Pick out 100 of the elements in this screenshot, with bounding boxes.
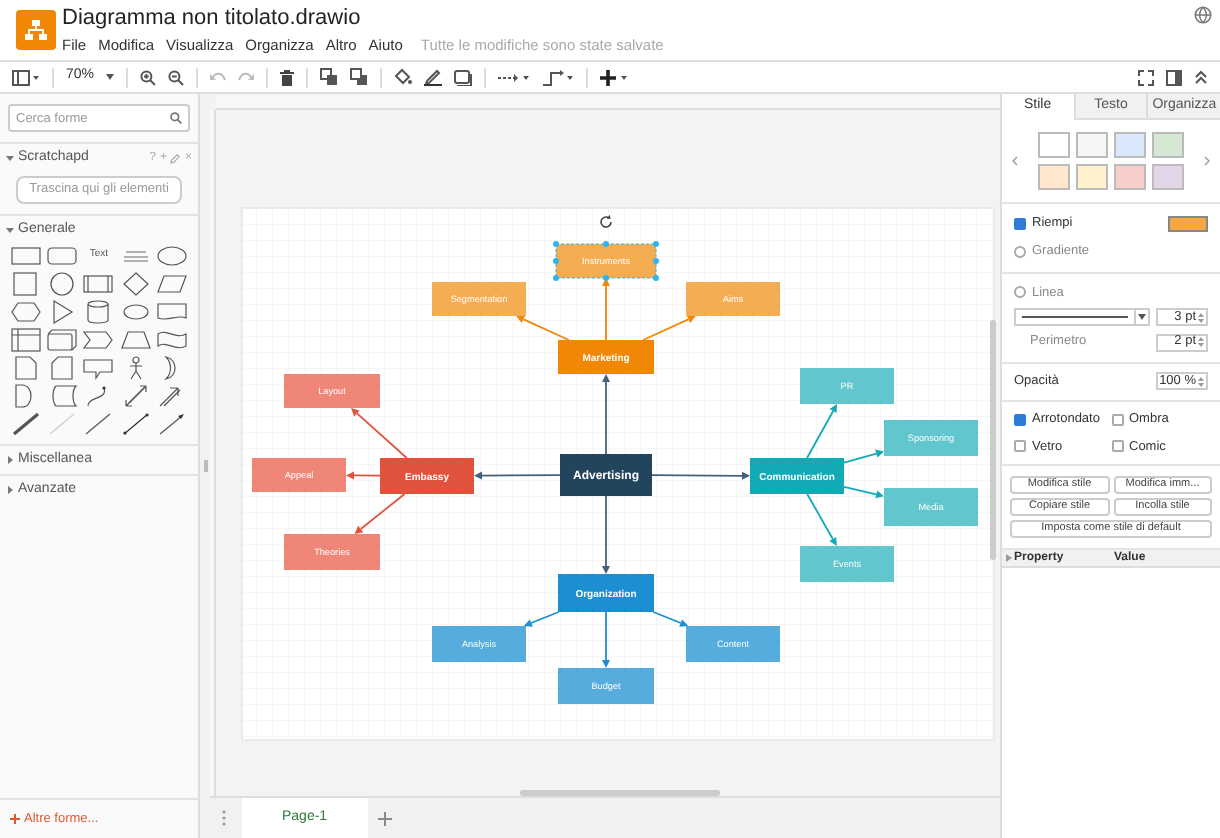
chevron-left-icon[interactable] (1012, 156, 1018, 166)
checkbox[interactable] (1014, 440, 1026, 453)
color-swatch[interactable] (1114, 132, 1146, 158)
diagram-node[interactable] (555, 243, 657, 279)
selection-handle[interactable] (603, 241, 609, 247)
redo-icon[interactable] (238, 71, 255, 83)
plus-icon[interactable] (10, 814, 20, 824)
connector-arrow[interactable] (651, 471, 750, 480)
thick-line-shape-icon[interactable] (9, 412, 42, 436)
scrollbar[interactable] (990, 320, 996, 560)
circle-shape-icon[interactable] (46, 272, 79, 296)
expand-caret-icon[interactable] (1006, 554, 1012, 563)
fill-color-swatch[interactable] (1168, 215, 1208, 232)
selection-handle[interactable] (553, 258, 559, 264)
send-back-icon[interactable] (350, 68, 369, 86)
diagram-node[interactable] (750, 458, 844, 494)
internal-storage-shape-icon[interactable] (9, 328, 42, 352)
step-shape-icon[interactable] (82, 328, 115, 352)
diagram-node[interactable] (558, 340, 654, 374)
diagram-node[interactable] (558, 668, 654, 704)
color-swatch[interactable] (1076, 132, 1108, 158)
tape-shape-icon[interactable] (156, 328, 189, 352)
fill-bucket-icon[interactable] (394, 68, 413, 86)
diagram-node[interactable] (686, 282, 780, 316)
zoom-out-icon[interactable] (168, 69, 185, 85)
note-shape-icon[interactable] (9, 356, 42, 380)
connector-arrow[interactable] (602, 374, 610, 455)
card-shape-icon[interactable] (46, 356, 79, 380)
double-arrow-shape-icon[interactable] (119, 384, 152, 408)
diagram-node[interactable] (558, 574, 654, 612)
line-shape-icon[interactable] (82, 412, 115, 436)
selection-handle[interactable] (553, 275, 559, 281)
chevron-right-icon[interactable] (1204, 156, 1210, 166)
trapezoid-shape-icon[interactable] (119, 328, 152, 352)
globe-icon[interactable] (1194, 6, 1212, 24)
rotate-handle-icon[interactable] (600, 214, 612, 228)
checkbox[interactable] (1014, 217, 1026, 230)
line-pattern-dropdown[interactable] (1014, 308, 1150, 327)
selection-handle[interactable] (603, 275, 609, 281)
collapsed-caret-icon[interactable] (6, 456, 14, 464)
fullscreen-icon[interactable] (1138, 69, 1154, 85)
diagram-node[interactable] (884, 488, 978, 526)
diagram-node[interactable] (560, 454, 652, 496)
connector-arrow[interactable] (843, 449, 884, 464)
connector-arrow[interactable] (652, 611, 689, 627)
format-panel-icon[interactable] (1166, 69, 1182, 85)
diagram-node[interactable] (252, 458, 346, 492)
shadow-box-icon[interactable] (454, 69, 473, 85)
connector-arrow[interactable] (602, 611, 610, 668)
diagram-node[interactable] (686, 626, 780, 662)
diamond-shape-icon[interactable] (119, 272, 152, 296)
document-title[interactable]: Diagramma non titolato.drawio (62, 6, 664, 32)
diagram-node[interactable] (800, 368, 894, 404)
color-swatch[interactable] (1152, 164, 1184, 190)
diagram-node[interactable] (884, 420, 978, 456)
zoom-in-icon[interactable] (140, 69, 157, 85)
expanded-caret-icon[interactable] (6, 154, 14, 162)
parallelogram-shape-icon[interactable] (156, 272, 189, 296)
collapse-icon[interactable] (1194, 70, 1208, 84)
connector-arrow[interactable] (523, 611, 560, 627)
selection-handle[interactable] (553, 241, 559, 247)
resize-handle[interactable] (203, 460, 207, 472)
collapsed-caret-icon[interactable] (6, 486, 14, 494)
connector-arrow[interactable] (843, 485, 884, 499)
cloud-shape-icon[interactable] (119, 300, 152, 324)
expanded-caret-icon[interactable] (6, 226, 14, 234)
connector-arrow[interactable] (806, 404, 837, 459)
ellipse-shape-icon[interactable] (156, 244, 189, 268)
diagram-node[interactable] (432, 626, 526, 662)
connector-arrow[interactable] (346, 471, 381, 480)
process-shape-icon[interactable] (82, 272, 115, 296)
color-swatch[interactable] (1114, 164, 1146, 190)
checkbox[interactable] (1111, 440, 1123, 453)
diagram-node[interactable] (284, 534, 380, 570)
radio-button[interactable] (1014, 245, 1026, 258)
connector-arrow[interactable] (354, 493, 406, 534)
connector-arrow[interactable] (806, 493, 837, 546)
arrow-line-shape-icon[interactable] (156, 412, 189, 436)
checkbox[interactable] (1111, 413, 1123, 426)
cylinder-shape-icon[interactable] (82, 300, 115, 324)
connector-arrow[interactable] (602, 495, 610, 574)
bring-front-icon[interactable] (320, 68, 339, 86)
color-swatch[interactable] (1038, 164, 1070, 190)
color-swatch[interactable] (1152, 132, 1184, 158)
connector-arrow[interactable] (474, 471, 561, 480)
diagram-node[interactable] (800, 546, 894, 582)
scrollbar[interactable] (520, 790, 720, 796)
pencil-icon[interactable] (424, 68, 443, 86)
document-shape-icon[interactable] (156, 300, 189, 324)
diagram-node[interactable] (432, 282, 526, 316)
hexagon-shape-icon[interactable] (9, 300, 42, 324)
color-swatch[interactable] (1038, 132, 1070, 158)
selection-handle[interactable] (653, 241, 659, 247)
connector-arrow[interactable] (351, 408, 408, 459)
selection-handle[interactable] (653, 258, 659, 264)
trash-icon[interactable] (280, 69, 295, 85)
rounded-rectangle-shape-icon[interactable] (46, 244, 79, 268)
data-storage-shape-icon[interactable] (46, 384, 79, 408)
diagram-node[interactable] (380, 458, 474, 494)
connection-style-icon[interactable] (498, 71, 531, 83)
